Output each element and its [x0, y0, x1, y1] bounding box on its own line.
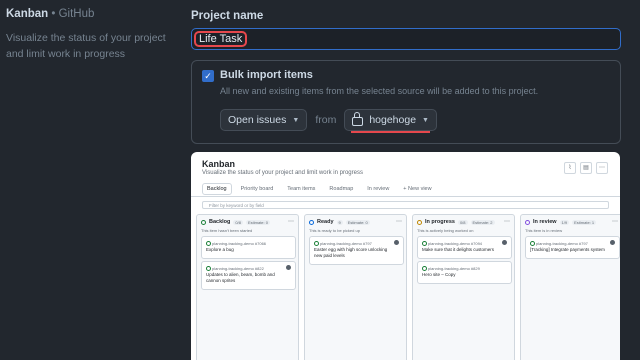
repository-select[interactable]: hogehoge ▼ [344, 109, 437, 133]
view-tabs: Backlog Priority board Team items Roadma… [202, 183, 437, 195]
avatar [610, 240, 615, 245]
card-title: Easter egg with high score unlocking new… [314, 247, 388, 258]
status-dot [525, 219, 530, 225]
board-columns: Backlog 0/8 Estimate: 0 ⋯ This item hasn… [196, 214, 620, 360]
column-name: Backlog [209, 219, 231, 225]
column-estimate: Estimate: 0 [245, 219, 270, 225]
divider [191, 196, 620, 197]
column-count: 1/9 [559, 219, 570, 225]
highlight-underline [351, 131, 430, 133]
card: planning-tracking-demo #829 Hero site – … [417, 261, 512, 284]
card: planning-tracking-demo #7094 Make sure t… [417, 236, 512, 259]
template-info: Kanban • GitHub Visualize the status of … [6, 8, 181, 62]
column-count: 0/8 [457, 219, 468, 225]
card-repo: planning-tracking-demo #822 [206, 266, 264, 271]
column-estimate: Estimate: 0 [345, 219, 370, 225]
chart-icon: ⌇ [564, 162, 576, 174]
tab-new-view: + New view [403, 186, 432, 192]
source-select-label: Open issues [228, 114, 287, 126]
repository-select-label: hogehoge [369, 114, 417, 126]
column-description: This item hasn't been started [201, 228, 253, 233]
card-title: Updates to alien, beam, bomb and cannon … [206, 272, 275, 283]
lock-icon [352, 112, 364, 126]
template-source: • GitHub [51, 8, 95, 20]
more-icon: ⋯ [504, 219, 510, 225]
avatar [286, 265, 291, 270]
column-count: 9 [336, 219, 343, 225]
layout-icon: ▤ [580, 162, 592, 174]
card-title: [Tracking] Integrate payments system [530, 247, 605, 252]
board-column: In progress 0/8 Estimate: 2 ⋯ This is ac… [412, 214, 515, 360]
bulk-import-label: Bulk import items [220, 69, 313, 81]
source-select[interactable]: Open issues ▼ [220, 109, 308, 131]
status-dot [417, 219, 422, 225]
chevron-down-icon: ▼ [292, 116, 300, 124]
template-title: Kanban • GitHub [6, 8, 95, 20]
column-estimate: Estimate: 1 [572, 219, 597, 225]
card: planning-tracking-demo #7066 Explore a b… [201, 236, 296, 259]
column-name: In progress [425, 219, 455, 225]
more-icon: ⋯ [396, 219, 402, 225]
project-name-label: Project name [191, 10, 264, 22]
card-repo: planning-tracking-demo #7094 [422, 241, 482, 246]
column-description: This is ready to be picked up [309, 228, 360, 233]
card-title: Make sure that it delights customers [422, 247, 495, 252]
bulk-import-sublabel: All new and existing items from the sele… [220, 86, 539, 96]
template-preview: Kanban Visualize the status of your proj… [191, 152, 620, 360]
chevron-down-icon: ▼ [422, 116, 429, 124]
column-estimate: Estimate: 2 [470, 219, 495, 225]
card-repo: planning-tracking-demo #797 [314, 241, 372, 246]
bulk-import-panel: ✓ Bulk import items All new and existing… [191, 60, 621, 144]
card-title: Explore a bug [206, 247, 234, 252]
filter-bar: Filter by keyword or by field [202, 201, 609, 209]
project-name-input[interactable]: Life Task [191, 28, 621, 50]
tab-priority-board: Priority board [240, 186, 274, 192]
project-name-value: Life Task [193, 31, 248, 47]
status-dot [309, 219, 314, 225]
column-count: 0/8 [233, 219, 243, 225]
card-repo: planning-tracking-demo #829 [422, 266, 480, 271]
more-icon: ⋯ [596, 162, 608, 174]
from-label: from [315, 114, 337, 126]
preview-title: Kanban [202, 159, 236, 169]
board-column: Ready 9 Estimate: 0 ⋯ This is ready to b… [304, 214, 407, 360]
card: planning-tracking-demo #797 [Tracking] I… [525, 236, 620, 259]
card-title: Hero site – Copy [422, 272, 456, 277]
tab-backlog: Backlog [202, 183, 232, 195]
board-column: In review 1/9 Estimate: 1 ⋯ This item is… [520, 214, 620, 360]
more-icon: ⋯ [288, 219, 294, 225]
column-description: This item is in review [525, 228, 563, 233]
tab-roadmap: Roadmap [329, 186, 354, 192]
more-icon: ⋯ [612, 219, 618, 225]
column-description: This is actively being worked on [417, 228, 474, 233]
template-description: Visualize the status of your project and… [6, 32, 166, 60]
tab-team-items: Team items [287, 186, 316, 192]
card: planning-tracking-demo #797 Easter egg w… [309, 236, 404, 265]
avatar [502, 240, 507, 245]
bulk-import-checkbox[interactable]: ✓ [202, 70, 214, 82]
card-repo: planning-tracking-demo #797 [530, 241, 588, 246]
card-repo: planning-tracking-demo #7066 [206, 241, 266, 246]
preview-description: Visualize the status of your project and… [202, 170, 363, 176]
column-name: In review [533, 219, 557, 225]
status-dot [201, 219, 206, 225]
project-form: Project name Life Task ✓ Bulk import ite… [191, 10, 621, 144]
tab-in-review: In review [367, 186, 390, 192]
board-column: Backlog 0/8 Estimate: 0 ⋯ This item hasn… [196, 214, 299, 360]
column-name: Ready [317, 219, 334, 225]
card: planning-tracking-demo #822 Updates to a… [201, 261, 296, 290]
avatar [394, 240, 399, 245]
